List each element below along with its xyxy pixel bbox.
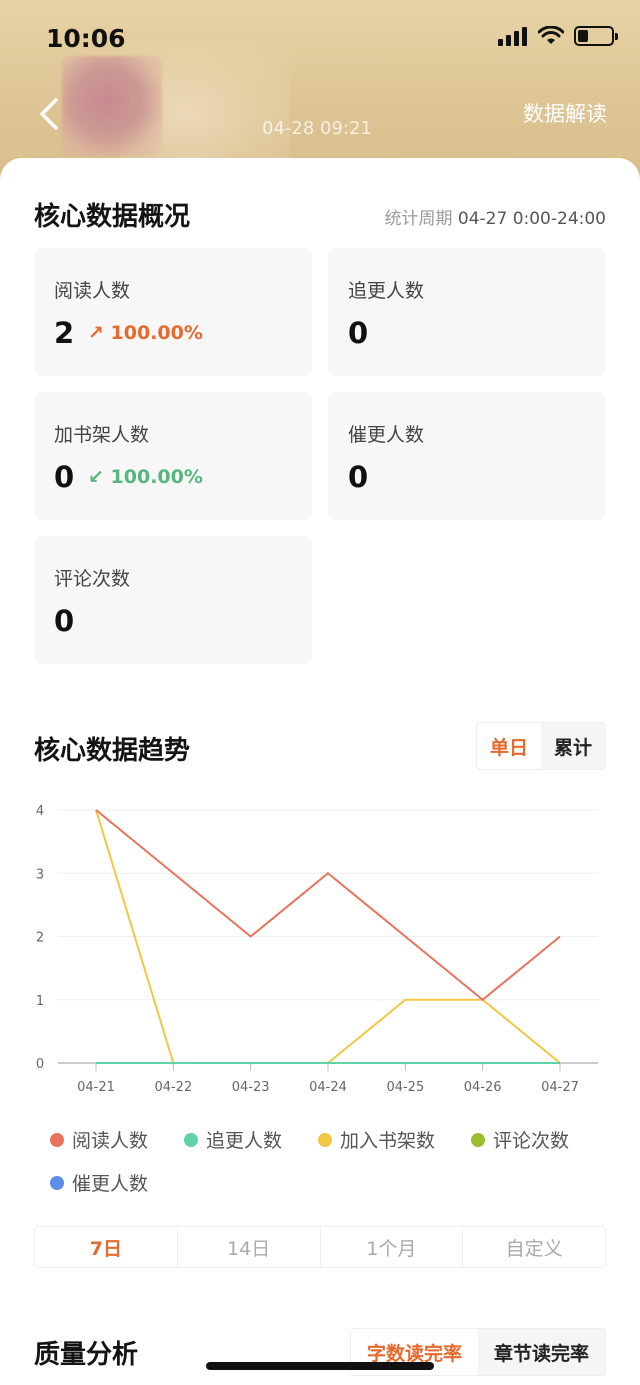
x-tick-label: 04-26 <box>464 1080 502 1095</box>
y-tick-label: 1 <box>36 994 44 1009</box>
y-tick-label: 4 <box>36 804 44 819</box>
legend-item[interactable]: 加入书架数 <box>318 1126 435 1153</box>
home-indicator <box>206 1362 434 1370</box>
wifi-icon <box>538 26 564 44</box>
trend-chart: 0 1 2 3 4 04-21 04-22 04-23 04-24 04-25 04-26 04-27 <box>36 804 598 1095</box>
card-value: 0 <box>348 316 369 350</box>
legend-dot <box>471 1132 486 1147</box>
x-tick-label: 04-24 <box>309 1080 347 1095</box>
card-label: 阅读人数 <box>54 280 131 302</box>
back-icon[interactable] <box>30 94 70 134</box>
legend-label: 评论次数 <box>493 1130 570 1152</box>
legend-label: 追更人数 <box>206 1130 283 1152</box>
range-7d[interactable]: 7日 <box>35 1227 178 1267</box>
trend-title: 核心数据趋势 <box>34 736 191 766</box>
change-up: ↗ 100.00% <box>88 322 203 344</box>
quality-title: 质量分析 <box>34 1340 139 1370</box>
y-tick-label: 0 <box>36 1057 44 1072</box>
battery-icon <box>574 26 618 46</box>
card-label: 评论次数 <box>54 568 131 590</box>
range-14d[interactable]: 14日 <box>178 1227 321 1267</box>
status-time: 10:06 <box>46 24 126 53</box>
card-urge[interactable]: 催更人数 0 <box>328 392 606 520</box>
toggle-cumulative[interactable]: 累计 <box>541 723 605 769</box>
signal-icon <box>498 27 527 46</box>
x-tick-label: 04-25 <box>386 1080 424 1095</box>
range-custom[interactable]: 自定义 <box>463 1227 605 1267</box>
y-tick-label: 3 <box>36 867 44 882</box>
card-label: 加书架人数 <box>54 424 150 446</box>
toggle-daily[interactable]: 单日 <box>477 723 541 769</box>
card-followers[interactable]: 追更人数 0 <box>328 248 606 376</box>
y-tick-label: 2 <box>36 931 44 946</box>
overview-title: 核心数据概况 <box>34 202 191 232</box>
legend-label: 催更人数 <box>72 1173 149 1195</box>
card-comments[interactable]: 评论次数 0 <box>34 536 312 664</box>
card-value: 0 <box>348 460 369 494</box>
nav-bar: 04-28 09:21 数据解读 <box>0 80 640 150</box>
legend-dot <box>184 1132 199 1147</box>
legend-dot <box>50 1132 64 1147</box>
legend-item[interactable]: 追更人数 <box>184 1126 282 1153</box>
x-tick-label: 04-27 <box>541 1080 579 1095</box>
range-tabs: 7日 14日 1个月 自定义 <box>34 1226 606 1268</box>
card-bookshelf[interactable]: 加书架人数 0 ↙ 100.00% <box>34 392 312 520</box>
legend-item[interactable]: 催更人数 <box>50 1169 148 1196</box>
card-value: 0 <box>54 604 75 638</box>
x-tick-label: 04-22 <box>154 1080 192 1095</box>
trend-mode-toggle: 单日 累计 <box>476 722 606 770</box>
legend-item[interactable]: 评论次数 <box>471 1126 569 1153</box>
legend-item[interactable]: 阅读人数 <box>50 1126 148 1153</box>
card-label: 催更人数 <box>348 424 425 446</box>
range-1m[interactable]: 1个月 <box>321 1227 464 1267</box>
legend-label: 加入书架数 <box>340 1130 436 1152</box>
data-interpretation-link[interactable]: 数据解读 <box>523 98 607 128</box>
card-label: 追更人数 <box>348 280 425 302</box>
legend-label: 阅读人数 <box>72 1130 149 1152</box>
tab-chapter-completion[interactable]: 章节读完率 <box>478 1329 605 1375</box>
x-tick-label: 04-21 <box>77 1080 115 1095</box>
arrow-down-icon: ↙ <box>88 466 104 488</box>
card-value: 2 <box>54 316 75 350</box>
change-down: ↙ 100.00% <box>88 466 203 488</box>
chart-legend: 阅读人数 追更人数 加入书架数 评论次数催更人数 <box>50 1126 620 1196</box>
card-value: 0 <box>54 460 75 494</box>
status-icons <box>498 26 618 46</box>
x-tick-label: 04-23 <box>232 1080 270 1095</box>
stat-period: 统计周期 04-27 0:00-24:00 <box>384 209 606 229</box>
legend-dot <box>318 1132 333 1147</box>
update-time: 04-28 09:21 <box>262 118 372 139</box>
arrow-up-icon: ↗ <box>88 322 104 344</box>
legend-dot <box>50 1175 64 1190</box>
series-line <box>95 809 561 1002</box>
card-readers[interactable]: 阅读人数 2 ↗ 100.00% <box>34 248 312 376</box>
